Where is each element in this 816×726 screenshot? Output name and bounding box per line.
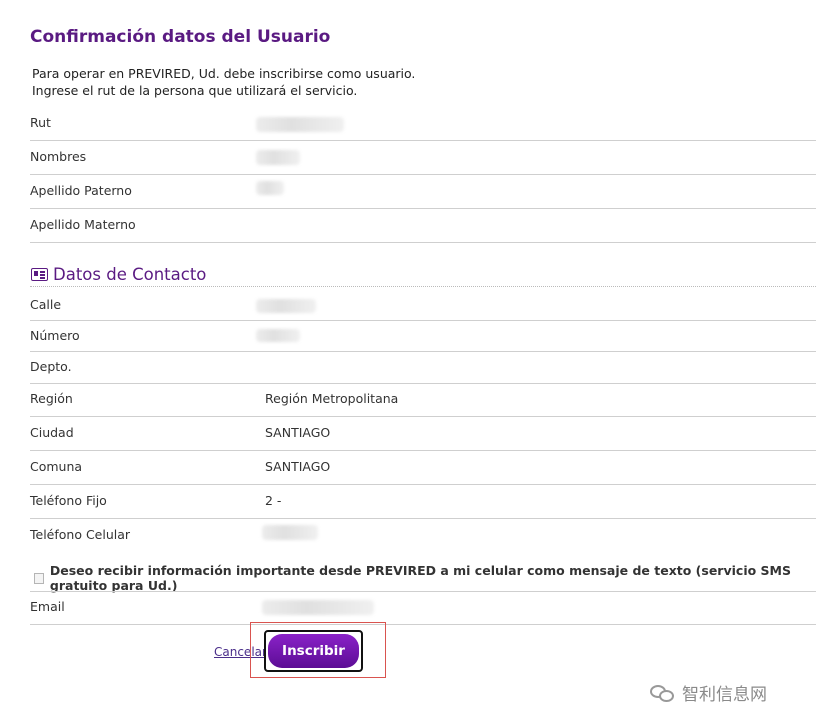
field-value-telefono-fijo: 2 -	[265, 493, 282, 508]
field-value-ciudad: SANTIAGO	[265, 425, 331, 440]
sms-optin-label: Deseo recibir información importante des…	[49, 563, 791, 593]
page-title: Confirmación datos del Usuario	[30, 27, 331, 47]
contact-fields: Calle Número Depto. Región Región Metrop…	[30, 287, 816, 553]
field-label-email: Email	[30, 599, 65, 614]
field-row-ciudad: Ciudad SANTIAGO	[30, 417, 816, 451]
field-row-calle: Calle	[30, 287, 816, 321]
field-row-depto: Depto.	[30, 352, 816, 384]
field-label-apellido-paterno: Apellido Paterno	[30, 183, 132, 198]
field-value-comuna: SANTIAGO	[265, 459, 331, 474]
user-fields: Rut Nombres Apellido Paterno Apellido Ma…	[30, 108, 816, 243]
field-row-telefono-celular: Teléfono Celular	[30, 519, 816, 553]
contact-card-icon	[31, 268, 48, 281]
field-label-ciudad: Ciudad	[30, 425, 74, 440]
field-label-comuna: Comuna	[30, 459, 83, 474]
redacted-value	[256, 181, 284, 195]
submit-button[interactable]: Inscribir	[264, 630, 363, 672]
field-label-region: Región	[30, 391, 73, 406]
field-label-nombres: Nombres	[30, 149, 87, 164]
field-value-region: Región Metropolitana	[265, 391, 399, 406]
field-row-apellido-materno: Apellido Materno	[30, 209, 816, 243]
field-row-email: Email	[30, 591, 816, 625]
field-row-region: Región Región Metropolitana	[30, 384, 816, 417]
field-label-rut: Rut	[30, 115, 51, 130]
field-label-apellido-materno: Apellido Materno	[30, 217, 136, 232]
redacted-value	[256, 150, 300, 165]
field-row-rut: Rut	[30, 108, 816, 141]
redacted-value	[262, 525, 318, 540]
field-row-apellido-paterno: Apellido Paterno	[30, 175, 816, 209]
field-row-telefono-fijo: Teléfono Fijo 2 -	[30, 485, 816, 519]
intro-line-2: Ingrese el rut de la persona que utiliza…	[32, 83, 358, 98]
field-label-telefono-fijo: Teléfono Fijo	[30, 493, 107, 508]
watermark-text: 智利信息网	[682, 685, 767, 705]
wechat-icon	[650, 683, 676, 703]
field-row-nombres: Nombres	[30, 141, 816, 175]
redacted-value	[262, 600, 374, 615]
redacted-value	[256, 117, 344, 132]
intro-text: Para operar en PREVIRED, Ud. debe inscri…	[32, 65, 415, 99]
field-label-depto: Depto.	[30, 359, 72, 374]
field-label-calle: Calle	[30, 297, 62, 312]
section-title-contacto: Datos de Contacto	[31, 265, 206, 284]
field-label-telefono-celular: Teléfono Celular	[30, 527, 131, 542]
field-label-numero: Número	[30, 328, 80, 343]
redacted-value	[256, 329, 300, 342]
email-field: Email	[30, 591, 816, 625]
section-title-text: Datos de Contacto	[53, 265, 207, 284]
submit-button-label: Inscribir	[268, 634, 359, 668]
field-row-comuna: Comuna SANTIAGO	[30, 451, 816, 485]
sms-optin[interactable]: Deseo recibir información importante des…	[34, 563, 816, 593]
sms-optin-checkbox[interactable]	[34, 572, 44, 584]
watermark: 智利信息网	[650, 680, 767, 705]
field-row-numero: Número	[30, 321, 816, 352]
intro-line-1: Para operar en PREVIRED, Ud. debe inscri…	[32, 66, 416, 81]
redacted-value	[256, 299, 316, 313]
